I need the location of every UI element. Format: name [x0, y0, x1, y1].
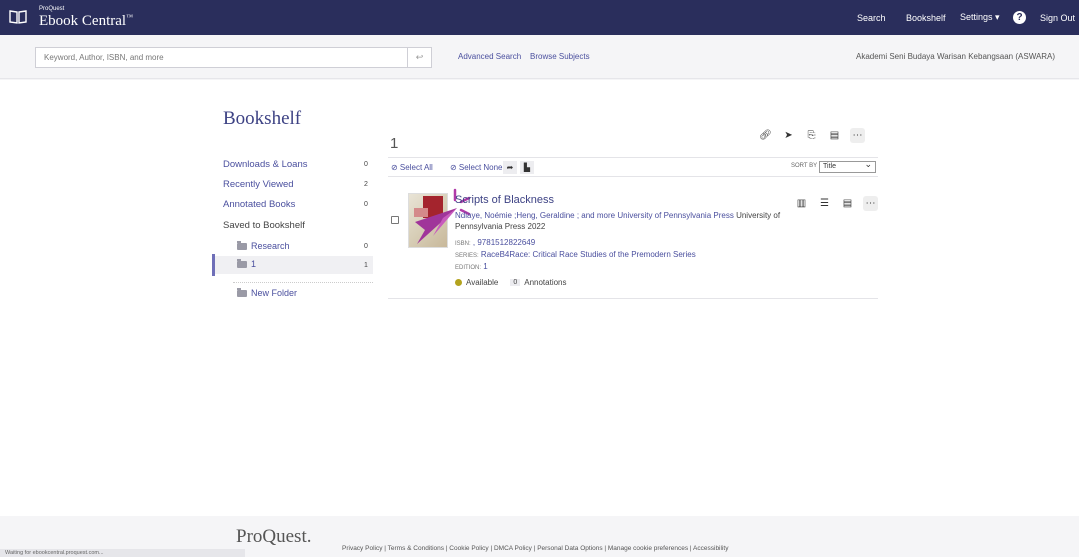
- sidebar-divider: [233, 282, 373, 283]
- folder-count-research: 0: [364, 243, 368, 250]
- send-icon[interactable]: ➤: [781, 128, 796, 143]
- edition-value: 1: [483, 262, 488, 271]
- edition-key: EDITION:: [455, 265, 482, 271]
- browser-status-bar: Waiting for ebookcentral.proquest.com...: [0, 549, 245, 557]
- sort-by-label: SORT BY: [791, 163, 818, 169]
- list-icon[interactable]: ☰: [817, 196, 832, 211]
- publication-year: 2022: [527, 222, 546, 231]
- nav-search[interactable]: Search: [857, 0, 886, 35]
- footer-links[interactable]: Privacy Policy | Terms & Conditions | Co…: [342, 545, 728, 552]
- isbn-key: ISBN:: [455, 241, 471, 247]
- annotations-count: 0: [510, 279, 521, 286]
- folder-label: Research: [251, 241, 290, 251]
- book-checkbox[interactable]: [391, 216, 399, 224]
- read-icon[interactable]: ▥: [794, 196, 809, 211]
- book-actions: ▥ ☰ ▤ ⋯: [794, 196, 878, 211]
- availability-dot-icon: [455, 279, 462, 286]
- sidebar-item-annotated[interactable]: Annotated Books: [223, 199, 295, 210]
- isbn-value: , 9781512822649: [472, 238, 536, 247]
- sort-by-select[interactable]: Title: [819, 159, 876, 173]
- select-all-button[interactable]: ⊘ Select All: [391, 163, 433, 172]
- nav-bookshelf[interactable]: Bookshelf: [906, 0, 946, 35]
- sidebar-count-annotated: 0: [364, 201, 368, 208]
- search-input[interactable]: Keyword, Author, ISBN, and more: [35, 47, 408, 68]
- institution-name: Akademi Seni Budaya Warisan Kebangsaan (…: [856, 52, 1056, 61]
- share-icon[interactable]: ➦: [503, 161, 517, 174]
- sidebar-item-downloads[interactable]: Downloads & Loans: [223, 159, 308, 170]
- browse-subjects-link[interactable]: Browse Subjects: [530, 52, 590, 61]
- brand-small: ProQuest: [39, 6, 65, 12]
- brand-name-text: Ebook Central: [39, 13, 127, 29]
- sidebar-count-downloads: 0: [364, 161, 368, 168]
- result-divider: [388, 298, 878, 299]
- comment-icon[interactable]: ▤: [840, 196, 855, 211]
- page-title: Bookshelf: [223, 108, 302, 129]
- main-content: Bookshelf Downloads & Loans 0 Recently V…: [0, 80, 1079, 516]
- annotations-label[interactable]: Annotations: [524, 278, 566, 287]
- proquest-logo[interactable]: ProQuest.: [236, 526, 311, 548]
- book-isbn: ISBN: , 9781512822649: [455, 238, 535, 247]
- book-series: SERIES: RaceB4Race: Critical Race Studie…: [455, 250, 696, 259]
- more-icon[interactable]: ⋯: [850, 128, 865, 143]
- search-submit-icon[interactable]: ↩: [408, 47, 432, 68]
- toolbar: 🔗︎ ➤ ⎘ ▤ ⋯: [758, 128, 865, 143]
- folder-label: 1: [251, 259, 257, 269]
- folder-heading: 1: [390, 135, 399, 152]
- book-edition: EDITION: 1: [455, 262, 488, 271]
- tag-icon[interactable]: ▙: [520, 161, 534, 174]
- folder-icon: [237, 258, 247, 268]
- link-icon[interactable]: 🔗︎: [758, 128, 773, 143]
- publisher-link[interactable]: University of Pennsylvania Press: [617, 211, 734, 220]
- search-row: Keyword, Author, ISBN, and more ↩ Advanc…: [0, 35, 1079, 79]
- select-none-button[interactable]: ⊘ Select None: [450, 163, 503, 172]
- book-cover[interactable]: [408, 193, 448, 248]
- book-authors: Ndiaye, Noémie ;Heng, Geraldine ; and mo…: [455, 210, 795, 232]
- nav-sign-out[interactable]: Sign Out: [1040, 0, 1075, 35]
- sidebar-heading-saved: Saved to Bookshelf: [223, 220, 305, 231]
- top-nav-bar: ProQuest Ebook Central™ Search Bookshelf…: [0, 0, 1079, 35]
- book-title-link[interactable]: Scripts of Blackness: [455, 194, 554, 206]
- nav-settings[interactable]: Settings ▾: [960, 0, 1000, 35]
- advanced-search-link[interactable]: Advanced Search: [458, 52, 521, 61]
- series-key: SERIES:: [455, 253, 479, 259]
- book-open-icon[interactable]: [9, 9, 27, 25]
- help-icon[interactable]: ?: [1013, 11, 1026, 24]
- availability-status: Available: [466, 278, 499, 287]
- comment-icon[interactable]: ▤: [827, 128, 842, 143]
- folder-icon: [237, 240, 247, 250]
- active-folder-indicator: [212, 254, 215, 276]
- authors-link[interactable]: Ndiaye, Noémie ;Heng, Geraldine ; and mo…: [455, 211, 615, 220]
- cover-art-pink: [414, 208, 428, 217]
- folder-1[interactable]: 1: [237, 258, 257, 269]
- series-link[interactable]: RaceB4Race: Critical Race Studies of the…: [481, 250, 696, 259]
- export-icon[interactable]: ⎘: [804, 128, 819, 143]
- availability-row: Available 0 Annotations: [455, 278, 567, 287]
- folder-count-1: 1: [364, 262, 368, 269]
- more-icon[interactable]: ⋯: [863, 196, 878, 211]
- sidebar-item-recently-viewed[interactable]: Recently Viewed: [223, 179, 294, 190]
- new-folder-icon: [237, 287, 247, 297]
- new-folder-button[interactable]: New Folder: [237, 287, 298, 298]
- folder-research[interactable]: Research: [237, 240, 290, 251]
- brand-tm: ™: [126, 13, 133, 21]
- new-folder-label: New Folder: [251, 288, 298, 298]
- page: ProQuest Ebook Central™ Search Bookshelf…: [0, 0, 1079, 557]
- sidebar-count-recently-viewed: 2: [364, 181, 368, 188]
- brand-name[interactable]: Ebook Central™: [39, 13, 133, 30]
